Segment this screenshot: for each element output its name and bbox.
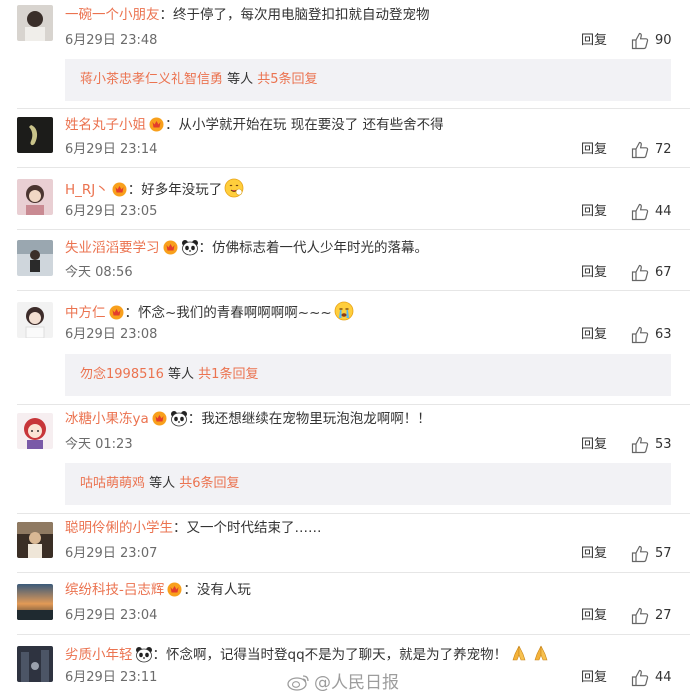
thumbs-up-icon[interactable] <box>631 607 649 625</box>
reply-count-link[interactable]: 共5条回复 <box>257 72 317 87</box>
username-link[interactable]: 中方仁 <box>65 305 106 321</box>
reply-button[interactable]: 回复 <box>581 607 607 625</box>
praying-hands-emoji-icon <box>534 645 548 661</box>
thumbs-up-icon[interactable] <box>631 141 649 159</box>
like-count: 67 <box>655 265 672 280</box>
vip-crown-icon <box>112 182 127 197</box>
timestamp: 6月29日 23:04 <box>65 608 158 623</box>
comment-text: 没有人玩 <box>196 582 251 598</box>
reply-button[interactable]: 回复 <box>581 32 607 50</box>
weibo-watermark: @人民日报 <box>287 668 399 693</box>
comment-text: 仿佛标志着一代人少年时光的落幕。 <box>212 240 428 256</box>
like-count: 44 <box>655 670 672 685</box>
vip-crown-icon <box>149 117 164 132</box>
crying-emoji-icon <box>334 301 354 321</box>
comment-text: 我还想继续在宠物里玩泡泡龙啊啊！！ <box>201 411 431 427</box>
reply-button[interactable]: 回复 <box>581 669 607 687</box>
thumbs-up-icon[interactable] <box>631 264 649 282</box>
like-count: 72 <box>655 142 672 157</box>
username-link[interactable]: H_RJ丶 <box>65 182 109 198</box>
avatar[interactable] <box>17 240 53 276</box>
avatar[interactable] <box>17 413 53 449</box>
reply-button[interactable]: 回复 <box>581 545 607 563</box>
vip-crown-icon <box>167 582 182 597</box>
reply-summary-box[interactable]: 勿念1998516 等人 共1条回复 <box>65 354 671 396</box>
timestamp: 6月29日 23:48 <box>65 33 158 48</box>
timestamp: 今天 08:56 <box>65 265 133 280</box>
divider <box>17 108 690 109</box>
reply-button[interactable]: 回复 <box>581 264 607 282</box>
divider <box>17 290 690 291</box>
timestamp: 6月29日 23:11 <box>65 670 158 685</box>
vip-crown-icon <box>163 240 177 255</box>
username-link[interactable]: 一碗一个小朋友 <box>65 7 160 23</box>
reply-users-link[interactable]: 勿念1998516 <box>80 367 164 382</box>
like-count: 53 <box>655 437 672 452</box>
avatar[interactable] <box>17 522 53 558</box>
timestamp: 6月29日 23:05 <box>65 204 158 219</box>
like-count: 44 <box>655 204 672 219</box>
username-link[interactable]: 冰糖小果冻ya <box>65 411 149 427</box>
username-link[interactable]: 劣质小年轻 <box>65 647 133 663</box>
comment-text: 怀念~我们的青春啊啊啊啊~~~ <box>138 305 332 321</box>
reply-users-link[interactable]: 蒋小茶忠孝仁义礼智信勇 <box>80 72 223 87</box>
yummy-emoji-icon <box>224 178 244 198</box>
thumbs-up-icon[interactable] <box>631 32 649 50</box>
comment-text: 好多年没玩了 <box>141 182 223 198</box>
avatar[interactable] <box>17 5 53 41</box>
divider <box>17 634 690 635</box>
reply-summary-box[interactable]: 蒋小茶忠孝仁义礼智信勇 等人 共5条回复 <box>65 59 671 101</box>
timestamp: 6月29日 23:14 <box>65 142 158 157</box>
panda-badge-icon <box>135 647 152 663</box>
timestamp: 6月29日 23:08 <box>65 327 158 342</box>
like-count: 27 <box>655 608 672 623</box>
divider <box>17 167 690 168</box>
timestamp: 今天 01:23 <box>65 437 133 452</box>
avatar[interactable] <box>17 646 53 682</box>
divider <box>17 404 690 405</box>
like-count: 57 <box>655 546 672 561</box>
like-count: 63 <box>655 327 672 342</box>
panda-badge-icon <box>170 411 187 427</box>
comment-text: 怀念啊，记得当时登qq不是为了聊天，就是为了养宠物！ <box>166 647 508 663</box>
avatar[interactable] <box>17 584 53 620</box>
vip-crown-icon <box>152 411 167 426</box>
thumbs-up-icon[interactable] <box>631 326 649 344</box>
username-link[interactable]: 失业滔滔要学习 <box>65 240 160 256</box>
reply-button[interactable]: 回复 <box>581 436 607 454</box>
praying-hands-emoji-icon <box>512 645 526 661</box>
comment-text: 终于停了，每次用电脑登扣扣就自动登宠物 <box>173 7 430 23</box>
reply-button[interactable]: 回复 <box>581 141 607 159</box>
thumbs-up-icon[interactable] <box>631 436 649 454</box>
reply-count-link[interactable]: 共6条回复 <box>179 476 239 491</box>
thumbs-up-icon[interactable] <box>631 203 649 221</box>
divider <box>17 513 690 514</box>
divider <box>17 572 690 573</box>
username-link[interactable]: 聪明伶俐的小学生 <box>65 520 173 536</box>
reply-button[interactable]: 回复 <box>581 326 607 344</box>
thumbs-up-icon[interactable] <box>631 545 649 563</box>
avatar[interactable] <box>17 179 53 215</box>
like-count: 90 <box>655 33 672 48</box>
avatar[interactable] <box>17 117 53 153</box>
comment-text: 又一个时代结束了…… <box>186 520 322 536</box>
thumbs-up-icon[interactable] <box>631 669 649 687</box>
reply-count-link[interactable]: 共1条回复 <box>198 367 258 382</box>
reply-summary-box[interactable]: 咕咕萌萌鸡 等人 共6条回复 <box>65 463 671 505</box>
weibo-logo-icon <box>287 675 309 691</box>
reply-button[interactable]: 回复 <box>581 203 607 221</box>
username-link[interactable]: 姓名丸子小姐 <box>65 117 146 133</box>
divider <box>17 229 690 230</box>
comment-text: 从小学就开始在玩 现在要没了 还有些舍不得 <box>178 117 444 133</box>
avatar[interactable] <box>17 302 53 338</box>
vip-crown-icon <box>109 305 123 320</box>
timestamp: 6月29日 23:07 <box>65 546 158 561</box>
username-link[interactable]: 缤纷科技-吕志辉 <box>65 582 164 598</box>
reply-users-link[interactable]: 咕咕萌萌鸡 <box>80 476 145 491</box>
panda-badge-icon <box>181 240 198 256</box>
